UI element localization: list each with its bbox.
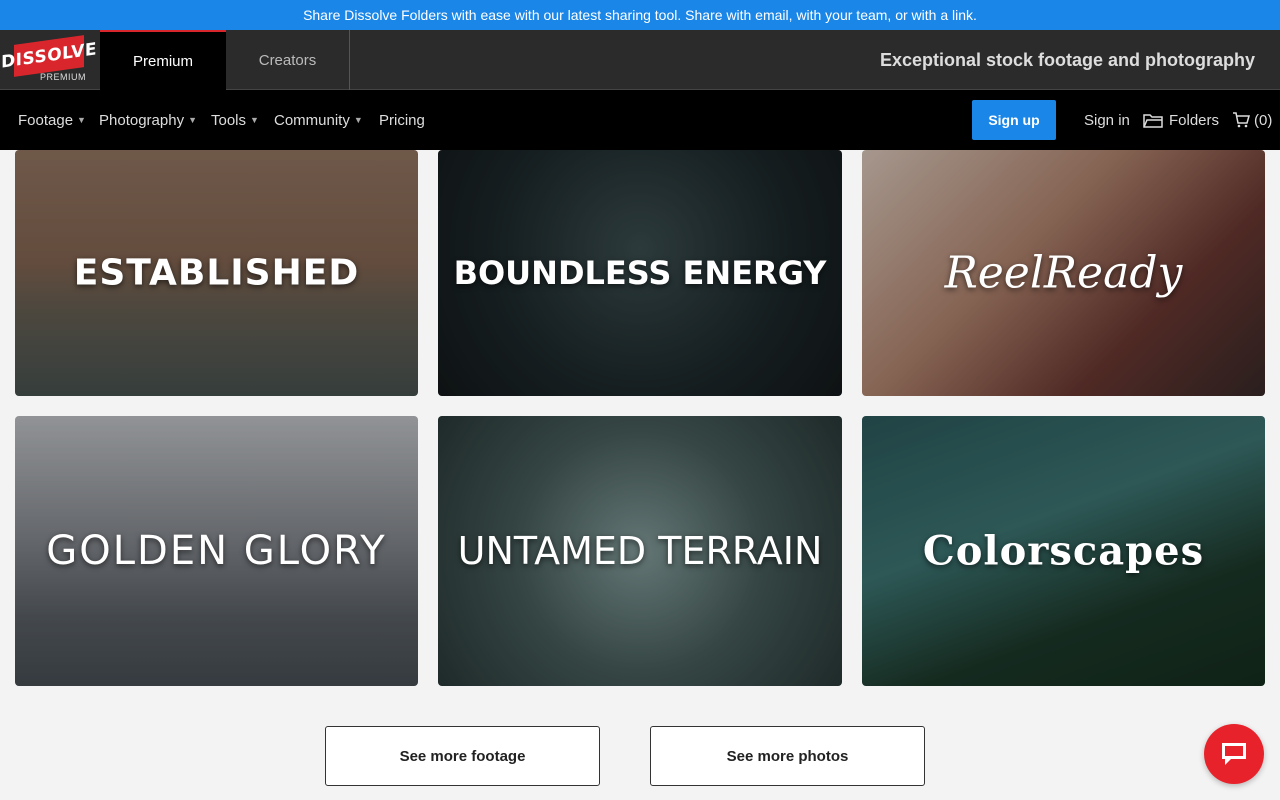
nav-pricing-label: Pricing [379, 111, 425, 129]
chevron-down-icon: ▼ [353, 115, 363, 125]
see-more-photos-button[interactable]: See more photos [650, 726, 925, 786]
signin-link[interactable]: Sign in [1084, 90, 1130, 150]
tab-premium[interactable]: Premium [100, 30, 226, 90]
collection-card-boundless-energy[interactable]: BOUNDLESS ENERGY [438, 150, 842, 396]
chevron-down-icon: ▼ [188, 115, 197, 125]
folders-link[interactable]: Folders [1143, 90, 1219, 150]
nav-pricing[interactable]: Pricing [379, 90, 425, 150]
tab-creators[interactable]: Creators [226, 30, 350, 90]
cart-icon [1233, 112, 1250, 128]
collection-card-reelready[interactable]: ReelReady [862, 150, 1265, 396]
nav-tools-label: Tools [211, 111, 247, 129]
nav-photography[interactable]: Photography ▼ [99, 90, 197, 150]
collection-card-colorscapes[interactable]: Colorscapes [862, 416, 1265, 686]
nav-community-label: Community [274, 111, 350, 129]
nav-footage[interactable]: Footage ▼ [18, 90, 86, 150]
cart-count: (0) [1254, 111, 1273, 129]
collection-card-untamed-terrain[interactable]: UNTAMED TERRAIN [438, 416, 842, 686]
top-bar: DISSOLVE PREMIUM Premium Creators Except… [0, 30, 1280, 90]
collection-card-established[interactable]: ESTABLISHED [15, 150, 418, 396]
collection-title: ReelReady [944, 247, 1183, 299]
chat-icon [1222, 743, 1246, 765]
dissolve-logo[interactable]: DISSOLVE PREMIUM [1, 35, 97, 84]
collection-title: Colorscapes [922, 527, 1205, 575]
nav-tools[interactable]: Tools ▼ [211, 90, 259, 150]
chat-button[interactable] [1204, 724, 1264, 784]
nav-footage-label: Footage [18, 111, 74, 129]
logo-mark: DISSOLVE [1, 35, 97, 77]
collection-card-golden-glory[interactable]: GOLDEN GLORY [15, 416, 418, 686]
see-more-footage-button[interactable]: See more footage [325, 726, 600, 786]
signup-button[interactable]: Sign up [972, 100, 1056, 140]
folder-icon [1143, 114, 1163, 128]
nav-photography-label: Photography [99, 111, 185, 129]
promo-banner-text: Share Dissolve Folders with ease with ou… [303, 7, 977, 23]
nav-community[interactable]: Community ▼ [274, 90, 363, 150]
collection-title: GOLDEN GLORY [46, 528, 387, 574]
collection-title: BOUNDLESS ENERGY [453, 254, 827, 292]
folders-label: Folders [1169, 111, 1220, 129]
logo-sub: PREMIUM [40, 72, 86, 82]
collection-title: UNTAMED TERRAIN [457, 529, 823, 573]
cart-link[interactable]: (0) [1232, 90, 1272, 150]
chevron-down-icon: ▼ [250, 115, 259, 125]
collection-title: ESTABLISHED [73, 252, 360, 294]
main-nav: Footage ▼ Photography ▼ Tools ▼ Community ▼ … [0, 90, 1280, 150]
chevron-down-icon: ▼ [77, 115, 86, 125]
site-tagline: Exceptional stock footage and photograph… [879, 49, 1255, 70]
promo-banner[interactable]: Share Dissolve Folders with ease with ou… [0, 0, 1280, 30]
